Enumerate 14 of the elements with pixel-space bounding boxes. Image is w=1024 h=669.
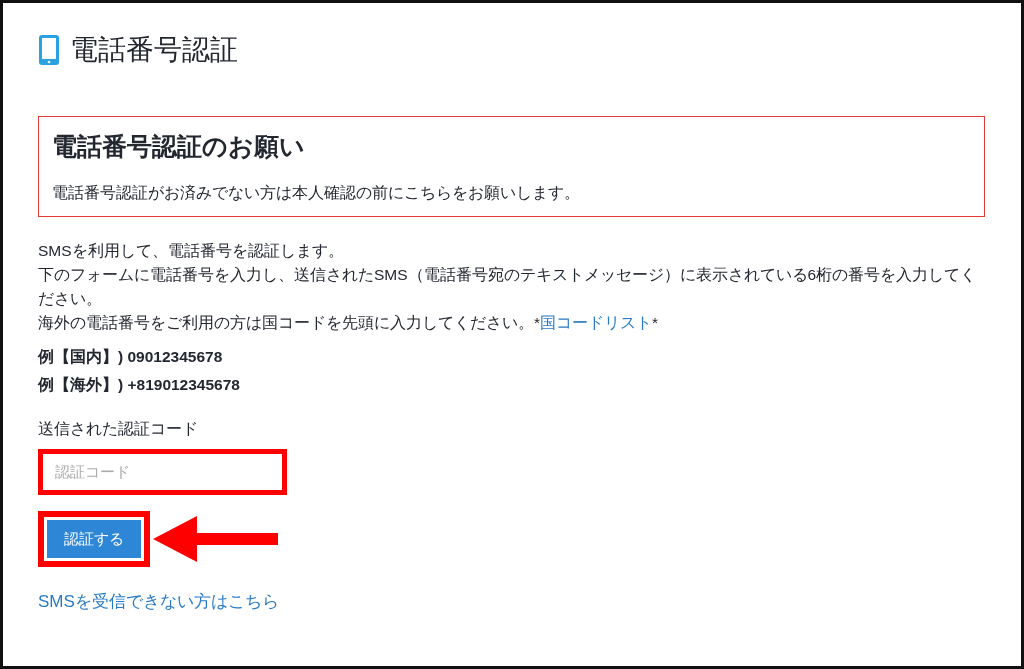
example-text: 例【国内】) 09012345678 — [38, 346, 224, 367]
field-label: 送信された認証コード — [38, 418, 199, 439]
example-text: 例【海外】) +819012345678 — [38, 374, 241, 395]
verify-button[interactable]: 認証する — [47, 519, 141, 559]
notice-text: 電話番号認証がお済みでない方は本人確認の前にこちらをお願いします。 — [52, 182, 581, 203]
country-code-link[interactable]: 国コードリスト — [540, 313, 653, 331]
notice-heading: 電話番号認証のお願い — [52, 130, 306, 161]
page-title: 電話番号認証 — [70, 33, 238, 67]
code-input-field[interactable]: 認証コード — [38, 448, 287, 495]
instruction-text: SMSを利用して、電話番号を認証します。 — [38, 240, 345, 261]
help-link[interactable]: SMSを受信できない方はこちら — [38, 589, 279, 615]
instruction-text: 下のフォームに電話番号を入力し、送信されたSMS（電話番号宛のテキストメッセージ）に表示されている6桁の番号を入力してください。 — [38, 264, 978, 309]
phone-icon — [38, 33, 60, 66]
instruction-text: 海外の電話番号をご利用の方は国コードを先頭に入力してください。*国コードリスト* — [38, 312, 660, 333]
